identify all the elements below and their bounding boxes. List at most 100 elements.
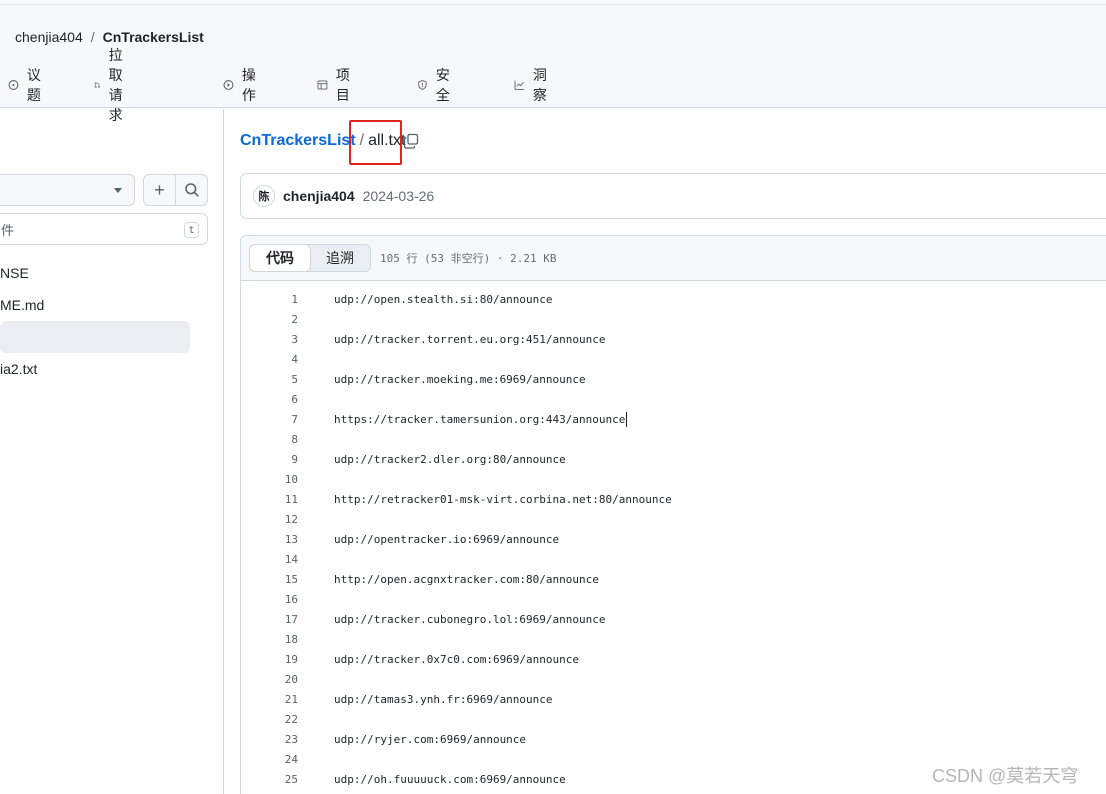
line-number[interactable]: 3 (241, 333, 298, 346)
line-number[interactable]: 6 (241, 393, 298, 406)
tree-item-label: NSE (0, 265, 29, 281)
code-line[interactable]: 3 udp://tracker.torrent.eu.org:451/announ… (241, 329, 1106, 349)
plus-icon: + (154, 179, 165, 200)
line-content: udp://tracker.moeking.me:6969/announce (334, 372, 586, 386)
code-line[interactable]: 15 http://open.acgnxtracker.com:80/announ… (241, 569, 1106, 589)
line-content: udp://ryjer.com:6969/announce (334, 732, 527, 746)
line-number[interactable]: 1 (241, 293, 298, 306)
tree-item-active[interactable] (0, 321, 190, 353)
table-icon (317, 80, 328, 90)
code-line[interactable]: 19 udp://tracker.0x7c0.com:6969/announce (241, 649, 1106, 669)
code-line[interactable]: 7 https://tracker.tamersunion.org:443/ann… (241, 409, 1106, 429)
header-divider (0, 4, 1106, 5)
line-number[interactable]: 12 (241, 513, 298, 526)
issue-icon (8, 80, 19, 90)
line-content: udp://tracker.cubonegro.lol:6969/announc… (334, 612, 606, 626)
line-number[interactable]: 9 (241, 453, 298, 466)
view-toggle: 代码 追溯 (249, 244, 371, 272)
code-line[interactable]: 23 udp://ryjer.com:6969/announce (241, 729, 1106, 749)
code-line[interactable]: 18 (241, 629, 1106, 649)
line-number[interactable]: 5 (241, 373, 298, 386)
line-number[interactable]: 7 (241, 413, 298, 426)
code-line[interactable]: 22 (241, 709, 1106, 729)
tree-item-license[interactable]: NSE (0, 257, 29, 289)
search-button[interactable] (175, 175, 207, 205)
code-line[interactable]: 6 (241, 389, 1106, 409)
owner-link[interactable]: chenjia404 (15, 29, 83, 45)
line-number[interactable]: 15 (241, 573, 298, 586)
line-number[interactable]: 25 (241, 773, 298, 786)
shield-icon (418, 80, 427, 90)
line-number[interactable]: 23 (241, 733, 298, 746)
line-content: udp://oh.fuuuuuck.com:6969/announce (334, 772, 566, 786)
commit-author[interactable]: chenjia404 (283, 188, 355, 204)
breadcrumb-repo-link[interactable]: CnTrackersList (240, 132, 356, 150)
tree-item-readme[interactable]: ME.md (0, 289, 44, 321)
code-line[interactable]: 21 udp://tamas3.ynh.fr:6969/announce (241, 689, 1106, 709)
nav-security-label: 安全 (435, 67, 450, 103)
line-content: udp://tracker2.dler.org:80/announce (334, 452, 566, 466)
tab-code[interactable]: 代码 (249, 244, 311, 272)
nav-pull-requests[interactable]: 拉取请求 (94, 47, 132, 123)
line-number[interactable]: 13 (241, 533, 298, 546)
nav-actions[interactable]: 操作 (223, 67, 261, 103)
code-lines: 1 udp://open.stealth.si:80/announce 2 3 udp:… (241, 289, 1106, 789)
graph-icon (514, 80, 524, 90)
text-cursor (626, 411, 628, 427)
code-line[interactable]: 12 (241, 509, 1106, 529)
code-line[interactable]: 10 (241, 469, 1106, 489)
code-viewer-header: 代码 追溯 105 行 (53 非空行) · 2.21 KB (241, 236, 1106, 281)
line-number[interactable]: 16 (241, 593, 298, 606)
tab-blame[interactable]: 追溯 (310, 245, 370, 271)
line-number[interactable]: 22 (241, 713, 298, 726)
branch-select[interactable] (0, 174, 135, 206)
line-content: udp://tracker.torrent.eu.org:451/announc… (334, 332, 606, 346)
add-file-button[interactable]: + (144, 175, 175, 205)
shortcut-key: t (184, 222, 199, 238)
code-line[interactable]: 1 udp://open.stealth.si:80/announce (241, 289, 1106, 309)
nav-issues-label: 议题 (26, 67, 41, 103)
code-line[interactable]: 4 (241, 349, 1106, 369)
code-line[interactable]: 9 udp://tracker2.dler.org:80/announce (241, 449, 1106, 469)
nav-projects[interactable]: 项目 (317, 67, 355, 103)
line-number[interactable]: 14 (241, 553, 298, 566)
file-search-input[interactable]: 件 t (0, 213, 208, 245)
line-number[interactable]: 20 (241, 673, 298, 686)
code-viewer: 代码 追溯 105 行 (53 非空行) · 2.21 KB 1 udp://op… (240, 235, 1106, 794)
play-icon (223, 80, 234, 90)
line-content: udp://opentracker.io:6969/announce (334, 532, 560, 546)
nav-actions-label: 操作 (241, 67, 256, 103)
line-number[interactable]: 21 (241, 693, 298, 706)
code-line[interactable]: 14 (241, 549, 1106, 569)
latest-commit-bar: 陈 chenjia404 2024-03-26 (240, 173, 1106, 219)
line-number[interactable]: 11 (241, 493, 298, 506)
line-number[interactable]: 10 (241, 473, 298, 486)
code-line[interactable]: 5 udp://tracker.moeking.me:6969/announce (241, 369, 1106, 389)
code-line[interactable]: 11 http://retracker01-msk-virt.corbina.ne… (241, 489, 1106, 509)
code-line[interactable]: 8 (241, 429, 1106, 449)
line-number[interactable]: 19 (241, 653, 298, 666)
code-line[interactable]: 13 udp://opentracker.io:6969/announce (241, 529, 1106, 549)
code-line[interactable]: 2 (241, 309, 1106, 329)
code-line[interactable]: 17 udp://tracker.cubonegro.lol:6969/annou… (241, 609, 1106, 629)
code-line[interactable]: 20 (241, 669, 1106, 689)
repo-link[interactable]: CnTrackersList (103, 29, 204, 45)
line-number[interactable]: 4 (241, 353, 298, 366)
avatar[interactable]: 陈 (253, 185, 275, 207)
watermark: CSDN @莫若天穹 (932, 766, 1079, 786)
tree-item-ia2[interactable]: ia2.txt (0, 353, 37, 385)
copy-icon[interactable] (403, 133, 419, 149)
line-number[interactable]: 18 (241, 633, 298, 646)
line-number[interactable]: 8 (241, 433, 298, 446)
pull-request-icon (94, 82, 101, 88)
nav-security[interactable]: 安全 (417, 67, 455, 103)
line-number[interactable]: 17 (241, 613, 298, 626)
owner-repo-breadcrumb: chenjia404 / CnTrackersList (15, 29, 204, 45)
line-number[interactable]: 24 (241, 753, 298, 766)
line-content: http://retracker01-msk-virt.corbina.net:… (334, 492, 672, 506)
code-line[interactable]: 16 (241, 589, 1106, 609)
nav-issues[interactable]: 议题 (8, 67, 46, 103)
line-number[interactable]: 2 (241, 313, 298, 326)
nav-insights[interactable]: 洞察 (514, 67, 552, 103)
tree-item-label: ia2.txt (0, 361, 38, 377)
